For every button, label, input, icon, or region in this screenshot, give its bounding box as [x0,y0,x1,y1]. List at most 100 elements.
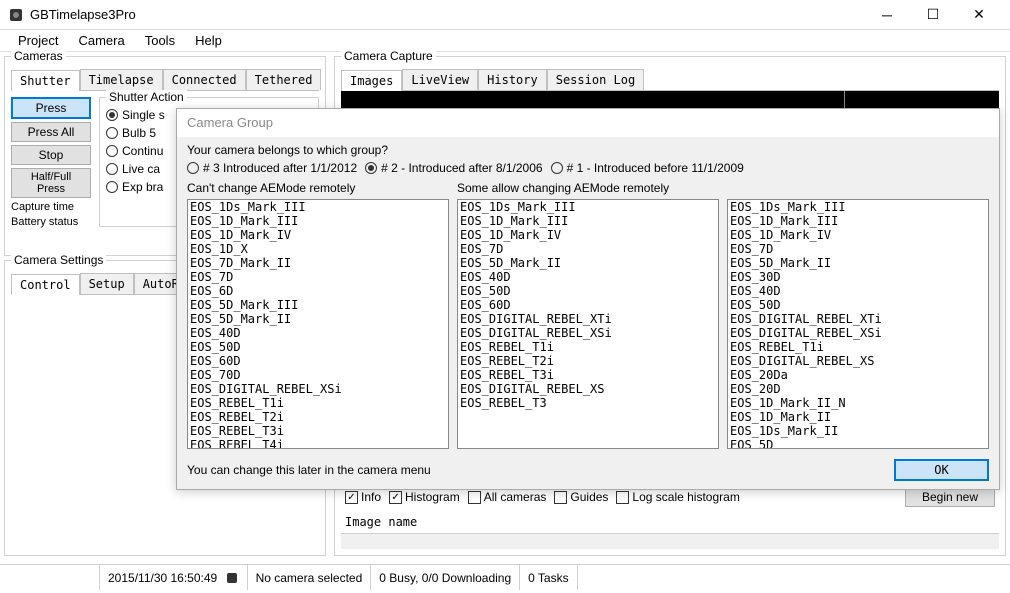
list-item[interactable]: EOS_DIGITAL_REBEL_XSi [188,382,448,396]
list-item[interactable]: EOS_7D [188,270,448,284]
tab-images[interactable]: Images [341,70,402,91]
list-item[interactable]: EOS_1Ds_Mark_III [458,200,718,214]
status-busy: 0 Busy, 0/0 Downloading [371,565,520,590]
list-item[interactable]: EOS_5D_Mark_III [188,298,448,312]
list-item[interactable]: EOS_5D_Mark_II [728,256,988,270]
check-histogram[interactable]: ✓Histogram [389,490,460,504]
camera-group-dialog: Camera Group Your camera belongs to whic… [176,108,1000,490]
col-head-1: Can't change AEMode remotely [187,181,449,197]
tab-history[interactable]: History [478,69,547,90]
status-camera: No camera selected [248,565,372,590]
list-item[interactable]: EOS_1D_Mark_III [728,214,988,228]
menu-project[interactable]: Project [8,31,68,50]
list-item[interactable]: EOS_5D [728,438,988,449]
camera-list-1[interactable]: EOS_1Ds_Mark_IIIEOS_1D_Mark_IIIEOS_1D_Ma… [187,199,449,449]
radio-dot-icon [106,181,118,193]
minimize-button[interactable]: ─ [864,0,910,30]
list-item[interactable]: EOS_50D [458,284,718,298]
status-datetime: 2015/11/30 16:50:49 [100,565,248,590]
list-item[interactable]: EOS_50D [728,298,988,312]
list-item[interactable]: EOS_7D_Mark_II [188,256,448,270]
list-item[interactable]: EOS_REBEL_T4i [188,438,448,449]
list-item[interactable]: EOS_1D_Mark_IV [728,228,988,242]
list-item[interactable]: EOS_40D [728,284,988,298]
list-item[interactable]: EOS_DIGITAL_REBEL_XTi [728,312,988,326]
stop-button[interactable]: Stop [11,145,91,165]
list-item[interactable]: EOS_60D [188,354,448,368]
list-item[interactable]: EOS_REBEL_T2i [458,354,718,368]
tab-control[interactable]: Control [11,274,80,295]
list-item[interactable]: EOS_DIGITAL_REBEL_XS [728,354,988,368]
list-item[interactable]: EOS_DIGITAL_REBEL_XTi [458,312,718,326]
horizontal-scrollbar[interactable] [341,533,999,549]
list-item[interactable]: EOS_DIGITAL_REBEL_XSi [458,326,718,340]
list-item[interactable]: EOS_REBEL_T3i [458,368,718,382]
check-info[interactable]: ✓Info [345,490,381,504]
maximize-button[interactable]: ☐ [910,0,956,30]
list-item[interactable]: EOS_DIGITAL_REBEL_XS [458,382,718,396]
camera-settings-legend: Camera Settings [11,253,106,267]
list-item[interactable]: EOS_20D [728,382,988,396]
checkbox-icon [554,491,567,504]
list-item[interactable]: EOS_REBEL_T1i [728,340,988,354]
menu-tools[interactable]: Tools [135,31,185,50]
list-item[interactable]: EOS_40D [188,326,448,340]
list-item[interactable]: EOS_1D_Mark_IV [188,228,448,242]
list-item[interactable]: EOS_1D_Mark_II [728,410,988,424]
menu-help[interactable]: Help [185,31,232,50]
list-item[interactable]: EOS_1D_Mark_II_N [728,396,988,410]
check-logscale[interactable]: Log scale histogram [616,490,739,504]
half-full-press-button[interactable]: Half/Full Press [11,168,91,198]
tab-liveview[interactable]: LiveView [402,69,478,90]
list-item[interactable]: EOS_70D [188,368,448,382]
list-item[interactable]: EOS_30D [728,270,988,284]
col-head-2: Some allow changing AEMode remotely [457,181,719,197]
camera-list-2[interactable]: EOS_1Ds_Mark_IIIEOS_1D_Mark_IIIEOS_1D_Ma… [457,199,719,449]
check-allcameras[interactable]: All cameras [468,490,547,504]
battery-status-label: Battery status [11,216,91,228]
list-item[interactable]: EOS_7D [458,242,718,256]
tab-tethered[interactable]: Tethered [246,69,322,90]
group-radio-1[interactable]: # 1 - Introduced before 11/1/2009 [551,161,744,175]
list-item[interactable]: EOS_5D_Mark_II [458,256,718,270]
list-item[interactable]: EOS_1D_Mark_III [188,214,448,228]
press-button[interactable]: Press [11,97,91,119]
list-item[interactable]: EOS_1D_Mark_III [458,214,718,228]
list-item[interactable]: EOS_20Da [728,368,988,382]
group-radio-3[interactable]: # 3 Introduced after 1/1/2012 [187,161,357,175]
list-item[interactable]: EOS_50D [188,340,448,354]
check-guides[interactable]: Guides [554,490,608,504]
list-item[interactable]: EOS_1Ds_Mark_II [728,424,988,438]
app-icon [8,7,24,23]
menu-camera[interactable]: Camera [68,31,134,50]
list-item[interactable]: EOS_REBEL_T1i [188,396,448,410]
list-item[interactable]: EOS_REBEL_T2i [188,410,448,424]
cameras-legend: Cameras [11,49,66,63]
tab-connected[interactable]: Connected [163,69,246,90]
tab-shutter[interactable]: Shutter [11,70,80,91]
dialog-footer-text: You can change this later in the camera … [187,463,431,477]
list-item[interactable]: EOS_1Ds_Mark_III [188,200,448,214]
begin-new-button[interactable]: Begin new [905,487,995,507]
group-radio-2[interactable]: # 2 - Introduced after 8/1/2006 [365,161,542,175]
close-button[interactable]: ✕ [956,0,1002,30]
list-item[interactable]: EOS_5D_Mark_II [188,312,448,326]
list-item[interactable]: EOS_1D_Mark_IV [458,228,718,242]
tab-setup[interactable]: Setup [80,273,134,294]
list-item[interactable]: EOS_1D_X [188,242,448,256]
list-item[interactable]: EOS_60D [458,298,718,312]
list-item[interactable]: EOS_7D [728,242,988,256]
list-item[interactable]: EOS_1Ds_Mark_III [728,200,988,214]
tab-sessionlog[interactable]: Session Log [547,69,644,90]
list-item[interactable]: EOS_DIGITAL_REBEL_XSi [728,326,988,340]
list-item[interactable]: EOS_REBEL_T3 [458,396,718,410]
list-item[interactable]: EOS_REBEL_T3i [188,424,448,438]
press-all-button[interactable]: Press All [11,122,91,142]
camera-list-3[interactable]: EOS_1Ds_Mark_IIIEOS_1D_Mark_IIIEOS_1D_Ma… [727,199,989,449]
tab-timelapse[interactable]: Timelapse [80,69,163,90]
list-item[interactable]: EOS_REBEL_T1i [458,340,718,354]
list-item[interactable]: EOS_6D [188,284,448,298]
list-item[interactable]: EOS_40D [458,270,718,284]
ok-button[interactable]: OK [894,459,989,481]
radio-dot-icon [106,109,118,121]
